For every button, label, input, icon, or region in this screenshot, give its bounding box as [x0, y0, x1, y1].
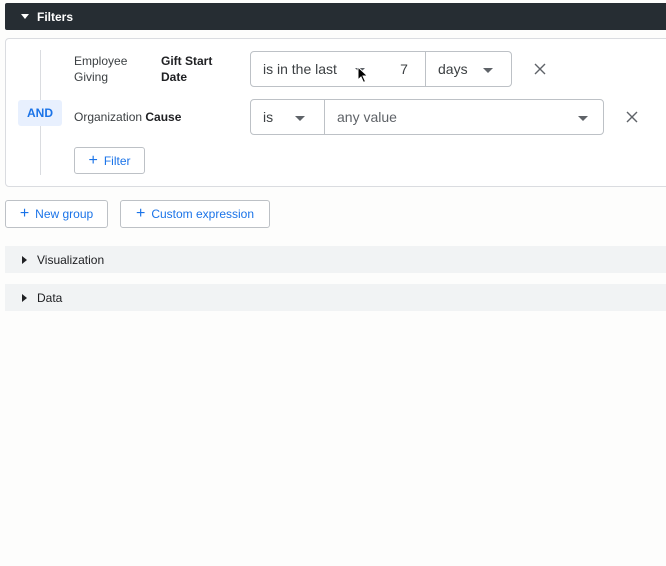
filter-row-1-value-input[interactable]: 7 [383, 51, 426, 87]
unit-value: days [438, 61, 468, 77]
value-text: 7 [400, 61, 408, 77]
visualization-label: Visualization [37, 252, 105, 267]
visualization-section-header[interactable]: Visualization [5, 246, 666, 273]
operator-value: is [263, 109, 274, 125]
chevron-down-icon [483, 68, 493, 73]
filters-header-label: Filters [37, 9, 74, 24]
caret-down-icon [21, 14, 29, 19]
new-group-button[interactable]: + New group [5, 200, 108, 228]
custom-expression-label: Custom expression [151, 207, 255, 221]
field-group: Organization [74, 110, 143, 124]
plus-icon: + [135, 205, 146, 222]
data-section-header[interactable]: Data [5, 284, 666, 311]
mouse-pointer-icon [357, 66, 369, 84]
value-placeholder: any value [337, 109, 397, 125]
logic-operator-chip[interactable]: AND [18, 100, 62, 126]
add-filter-button[interactable]: + Filter [74, 147, 145, 174]
operator-value: is in the last [263, 61, 337, 77]
filter-row-2-field-label: Organization Cause [74, 109, 181, 125]
data-label: Data [37, 290, 63, 305]
filters-section-header[interactable]: Filters [5, 3, 666, 30]
remove-filter-row-2-button[interactable] [622, 107, 642, 127]
chevron-down-icon [295, 116, 305, 121]
close-icon [534, 63, 546, 75]
custom-expression-button[interactable]: + Custom expression [120, 200, 270, 228]
caret-right-icon [22, 293, 27, 302]
field-group-line-1: Employee [74, 54, 128, 68]
filter-row-1-field-group: Employee Giving [74, 53, 127, 85]
chevron-down-icon [578, 116, 588, 121]
new-group-label: New group [35, 207, 94, 221]
field-name-line-2: Date [161, 70, 188, 84]
close-icon [626, 111, 638, 123]
add-filter-label: Filter [103, 153, 131, 168]
caret-right-icon [22, 255, 27, 264]
filter-row-2-operator-select[interactable]: is [250, 99, 325, 135]
plus-icon: + [88, 151, 98, 169]
remove-filter-row-1-button[interactable] [530, 59, 550, 79]
filter-row-1-unit-select[interactable]: days [425, 51, 512, 87]
field-group-line-2: Giving [74, 70, 109, 84]
field-name-line-1: Gift Start [161, 54, 213, 68]
field-name: Cause [145, 110, 182, 124]
filter-row-1-field-name: Gift Start Date [161, 53, 212, 85]
filter-row-2-value-select[interactable]: any value [324, 99, 604, 135]
plus-icon: + [19, 205, 30, 222]
